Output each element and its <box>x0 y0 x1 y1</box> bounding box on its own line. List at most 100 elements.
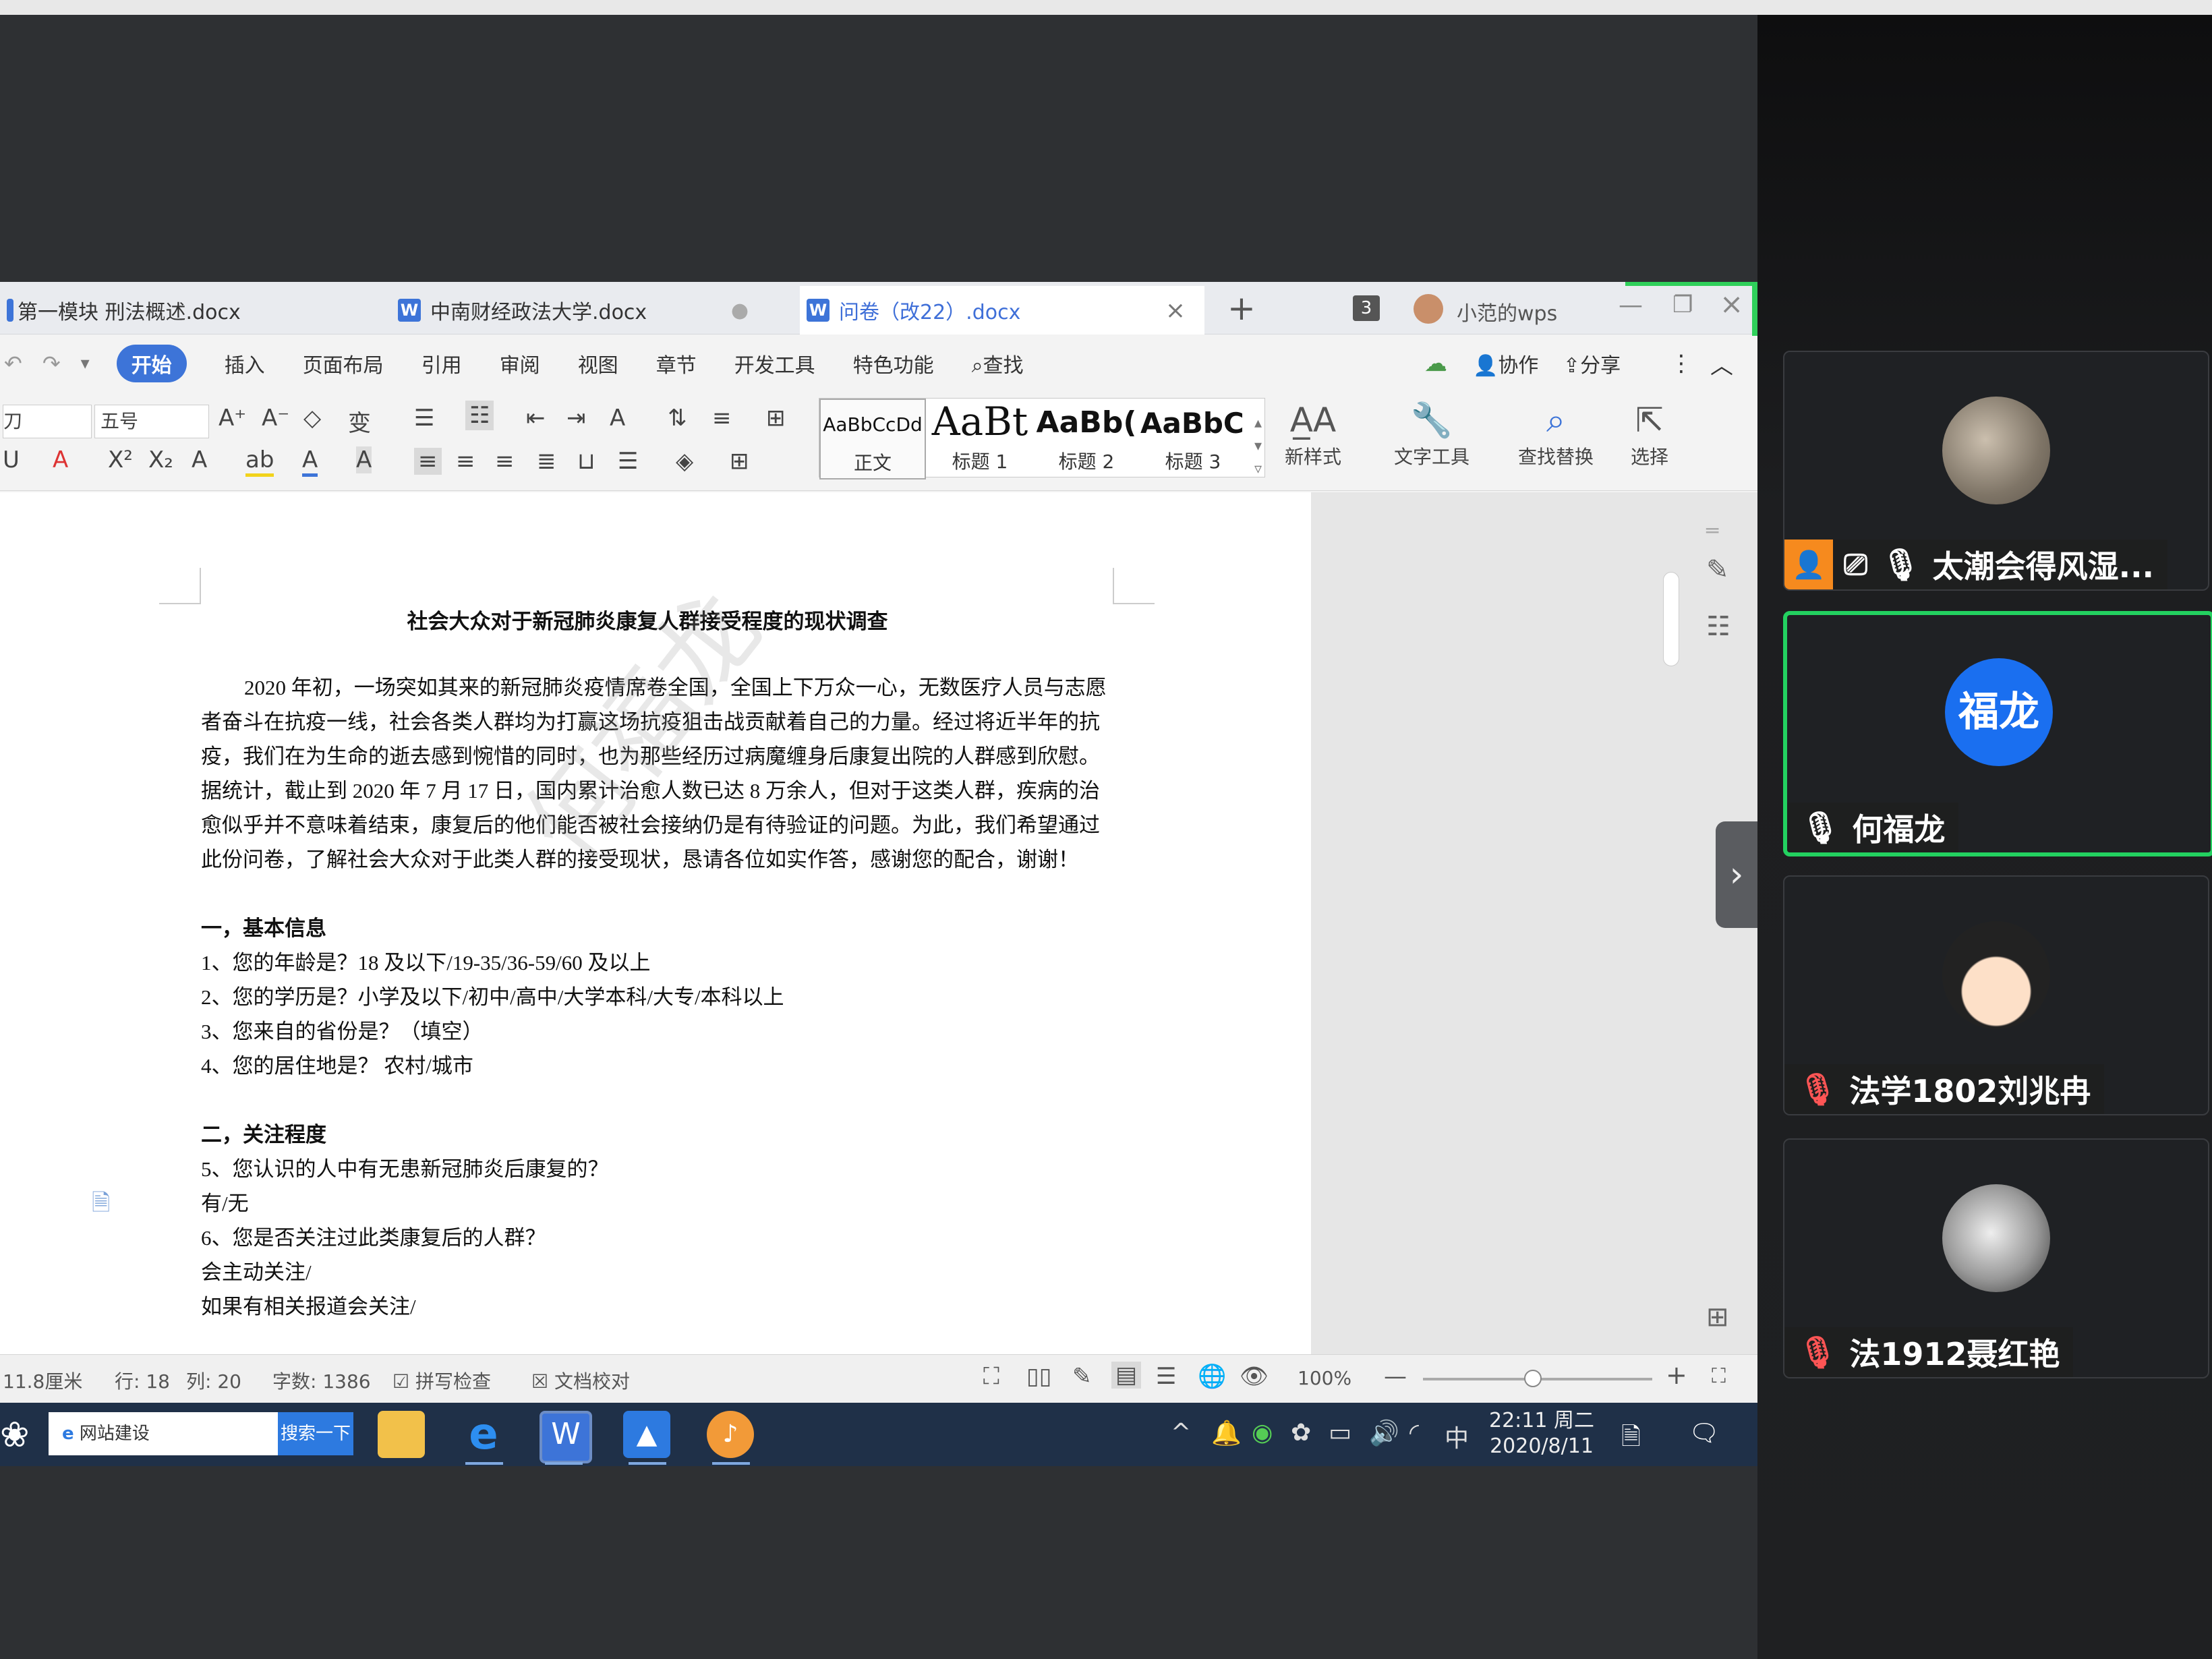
menu-view[interactable]: 视图 <box>578 349 618 378</box>
para-spacing-icon[interactable]: ☰ <box>618 448 638 475</box>
line-spacing-icon[interactable]: ≡ <box>712 405 732 432</box>
participant-tile[interactable]: 🎙 法学1802刘兆冉 <box>1783 875 2209 1115</box>
new-style-button[interactable]: A̲A 新样式 <box>1276 398 1350 469</box>
decrease-indent-icon[interactable]: ⇤ <box>526 405 546 432</box>
style-heading-3[interactable]: AaBbC( 标题 3 <box>1140 399 1246 477</box>
menu-insert[interactable]: 插入 <box>225 349 265 378</box>
eye-protect-icon[interactable]: 👁 <box>1240 1363 1269 1390</box>
sort-icon[interactable]: ⇅ <box>668 405 687 432</box>
collab-button[interactable]: 👤协作 <box>1473 349 1538 378</box>
menu-find[interactable]: ⌕查找 <box>972 349 1024 378</box>
meeting-app-icon[interactable]: ▲ <box>623 1411 670 1458</box>
font-name-select[interactable]: 刀 <box>3 405 92 438</box>
numbering-icon[interactable]: ☷ <box>465 401 494 430</box>
clear-format-icon[interactable]: ◇ <box>303 405 321 432</box>
tray-app-icon[interactable]: ✿ <box>1291 1419 1311 1447</box>
grid-view-icon[interactable]: ⊞ <box>1706 1302 1729 1333</box>
bullets-icon[interactable]: ☰ <box>414 405 434 432</box>
tab-doc-1[interactable]: 第一模块 刑法概述.docx <box>0 286 378 334</box>
share-button[interactable]: ⇪分享 <box>1563 349 1621 378</box>
fullscreen-icon[interactable]: ⛶ <box>983 1363 999 1390</box>
zoom-slider-thumb[interactable] <box>1524 1370 1542 1387</box>
change-case-icon[interactable]: A <box>610 405 625 432</box>
taskbar-search-button[interactable]: 搜索一下 <box>278 1412 353 1455</box>
align-center-icon[interactable]: ≡ <box>456 448 475 475</box>
status-word-count[interactable]: 字数: 1386 <box>272 1367 371 1394</box>
tray-expand-icon[interactable]: ^ <box>1171 1419 1191 1447</box>
new-tab-icon[interactable]: + <box>1227 289 1256 328</box>
scroll-thumb[interactable] <box>1663 572 1679 666</box>
battery-icon[interactable]: ▭ <box>1329 1419 1351 1447</box>
quick-access-dropdown-icon[interactable]: ▾ <box>81 353 90 374</box>
shading-icon[interactable]: ◈ <box>676 448 693 475</box>
font-size-select[interactable]: 五号 <box>94 405 209 438</box>
start-icon[interactable]: ❀ <box>0 1415 30 1455</box>
table-border-icon[interactable]: ⊞ <box>766 405 786 432</box>
taskbar-search-input[interactable]: e 网站建设 <box>49 1412 278 1455</box>
outline-view-icon[interactable]: ☰ <box>1156 1363 1176 1390</box>
underline-icon[interactable]: U <box>3 446 20 473</box>
spell-check-button[interactable]: ☑ 拼写检查 <box>392 1367 491 1394</box>
menu-developer[interactable]: 开发工具 <box>734 349 815 378</box>
file-explorer-icon[interactable] <box>378 1411 425 1458</box>
menu-review[interactable]: 审阅 <box>500 349 540 378</box>
action-center-icon[interactable]: 🗨 <box>1689 1419 1720 1447</box>
clock[interactable]: 22:11 周二 2020/8/11 <box>1488 1408 1596 1459</box>
page-view-icon[interactable]: ▤ <box>1111 1362 1142 1389</box>
zoom-out-icon[interactable]: — <box>1384 1363 1407 1390</box>
menu-features[interactable]: 特色功能 <box>853 349 934 378</box>
wifi-icon[interactable]: ◜ <box>1409 1419 1419 1447</box>
text-effect-icon[interactable]: A <box>192 446 207 473</box>
drag-handle-icon[interactable]: ═ <box>1706 519 1718 543</box>
audio-app-icon[interactable]: ♪ <box>707 1411 754 1458</box>
menu-references[interactable]: 引用 <box>421 349 462 378</box>
participant-tile-speaking[interactable]: 福龙 🎙 何福龙 <box>1783 611 2212 856</box>
increase-indent-icon[interactable]: ⇥ <box>566 405 586 432</box>
collapse-ribbon-icon[interactable]: ︿ <box>1710 347 1733 380</box>
volume-icon[interactable]: 🔊 <box>1369 1419 1399 1447</box>
close-tab-icon[interactable]: × <box>1165 297 1186 324</box>
align-left-icon[interactable]: ≡ <box>414 448 442 475</box>
zoom-level[interactable]: 100% <box>1298 1367 1351 1389</box>
style-heading-2[interactable]: AaBb( 标题 2 <box>1034 399 1139 477</box>
zoom-in-icon[interactable]: + <box>1666 1360 1687 1390</box>
gallery-scroll-icon[interactable]: ▴ ▾ ▿ <box>1254 412 1262 481</box>
security-icon[interactable]: ◉ <box>1252 1419 1273 1447</box>
wps-writer-icon[interactable]: W <box>540 1411 592 1463</box>
fit-window-icon[interactable]: ⛶ <box>1712 1364 1726 1388</box>
read-mode-icon[interactable]: ▯▯ <box>1026 1363 1051 1390</box>
minimize-icon[interactable]: — <box>1619 291 1643 319</box>
subscript-icon[interactable]: X₂ <box>148 446 173 473</box>
phonetic-icon[interactable]: 变 <box>348 405 371 438</box>
strikethrough-icon[interactable]: A <box>53 446 68 473</box>
close-window-icon[interactable]: × <box>1720 287 1743 320</box>
highlight-icon[interactable]: ab <box>245 446 274 477</box>
menu-chapter[interactable]: 章节 <box>656 349 697 378</box>
shrink-font-icon[interactable]: A⁻ <box>262 405 289 432</box>
edge-browser-icon[interactable]: e <box>460 1411 507 1458</box>
paragraph-handle-icon[interactable]: 🗎 <box>92 1187 110 1225</box>
distribute-icon[interactable]: ⊔ <box>577 448 595 475</box>
participant-tile[interactable]: 👤 ⎚ 🎙 太潮会得风湿... <box>1783 351 2209 591</box>
restore-icon[interactable]: ❐ <box>1672 291 1693 318</box>
find-replace-button[interactable]: ⌕ 查找替换 <box>1505 398 1606 469</box>
web-view-icon[interactable]: 🌐 <box>1198 1363 1226 1390</box>
superscript-icon[interactable]: X² <box>108 446 133 473</box>
style-heading-1[interactable]: AaBt 标题 1 <box>927 399 1032 477</box>
participant-tile[interactable]: 🎙 法1912聂红艳 <box>1783 1138 2209 1378</box>
bell-icon[interactable]: 🔔 <box>1211 1419 1242 1447</box>
undo-icon[interactable]: ↶ <box>4 351 22 376</box>
style-normal[interactable]: AaBbCcDd 正文 <box>819 399 926 479</box>
proofread-button[interactable]: ☒ 文档校对 <box>531 1367 630 1394</box>
notification-file-icon[interactable]: 🗎 <box>1621 1419 1641 1460</box>
expand-panel-chevron-icon[interactable]: › <box>1716 821 1757 928</box>
user-avatar[interactable] <box>1414 294 1443 324</box>
tab-doc-2[interactable]: W 中南财经政法大学.docx ● <box>391 286 782 334</box>
tab-doc-3[interactable]: W 问卷（改22）.docx × <box>800 286 1204 334</box>
pen-icon[interactable]: ✎ <box>1706 554 1729 585</box>
text-tools-button[interactable]: 🔧 文字工具 <box>1381 398 1482 469</box>
menu-page-layout[interactable]: 页面布局 <box>303 349 384 378</box>
ime-indicator[interactable]: 中 <box>1445 1419 1469 1454</box>
tab-count-badge[interactable]: 3 <box>1353 295 1380 321</box>
write-mode-icon[interactable]: ✎ <box>1072 1363 1092 1390</box>
